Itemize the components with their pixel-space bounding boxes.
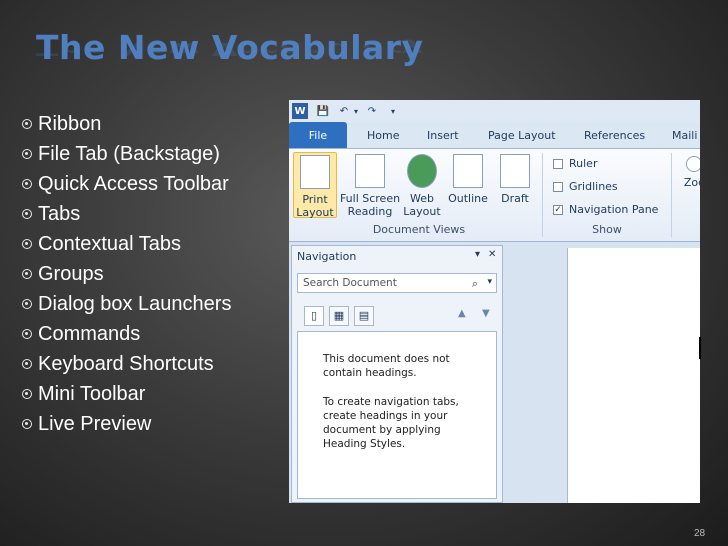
- full-screen-reading-icon: [355, 154, 385, 188]
- bullet-item: Tabs: [22, 201, 272, 227]
- gridlines-checkbox[interactable]: Gridlines: [553, 180, 618, 193]
- navigation-pane: Navigation ▾ ✕ Search Document ⌕ ▾ ▯ ▦ ▤…: [291, 245, 503, 503]
- bullet-icon: [22, 149, 32, 159]
- bullet-icon: [22, 329, 32, 339]
- search-placeholder: Search Document: [303, 277, 397, 289]
- ruler-checkbox[interactable]: Ruler: [553, 157, 597, 170]
- bullet-item: Ribbon: [22, 111, 272, 137]
- full-screen-reading-label-2: Reading: [347, 205, 393, 218]
- document-page[interactable]: [567, 248, 700, 503]
- navigation-pane-checkbox[interactable]: ✓ Navigation Pane: [553, 203, 658, 216]
- navigation-results: This document does not contain headings.…: [297, 331, 497, 499]
- tab-references[interactable]: References: [584, 122, 645, 148]
- gridlines-checkbox-box[interactable]: [553, 181, 563, 192]
- bullet-item: Contextual Tabs: [22, 231, 272, 257]
- customize-qat-icon[interactable]: ▾: [387, 103, 399, 119]
- draft-icon: [500, 154, 530, 188]
- navigation-pane-checkbox-box[interactable]: ✓: [553, 204, 563, 215]
- print-layout-label-2: Layout: [296, 206, 334, 219]
- close-icon[interactable]: ✕: [488, 249, 496, 260]
- outline-icon: [453, 154, 483, 188]
- bullet-item: Dialog box Launchers: [22, 291, 272, 317]
- gridlines-label: Gridlines: [569, 180, 618, 193]
- bullet-item: File Tab (Backstage): [22, 141, 272, 167]
- undo-dropdown-icon[interactable]: ▾: [351, 103, 361, 119]
- slide-number: 28: [694, 528, 706, 539]
- bullet-list: Ribbon File Tab (Backstage) Quick Access…: [22, 111, 272, 441]
- zoom-icon: [686, 156, 700, 172]
- group-separator: [542, 153, 543, 237]
- bullet-icon: [22, 419, 32, 429]
- full-screen-reading-label-1: Full Screen: [339, 192, 401, 205]
- no-headings-message: This document does not contain headings.: [323, 353, 450, 379]
- bullet-item: Quick Access Toolbar: [22, 171, 272, 197]
- tab-file[interactable]: File: [289, 122, 347, 148]
- word-icon[interactable]: W: [292, 103, 308, 119]
- slide-title-reflection: The New Vocabulary: [36, 38, 424, 60]
- bullet-icon: [22, 179, 32, 189]
- tab-mailings[interactable]: Maili: [672, 122, 697, 148]
- bullet-icon: [22, 239, 32, 249]
- down-arrow-icon[interactable]: ▼: [482, 308, 490, 319]
- tab-page-layout[interactable]: Page Layout: [488, 122, 556, 148]
- web-layout-button[interactable]: Web Layout: [402, 154, 442, 218]
- draft-label: Draft: [501, 192, 529, 205]
- results-view-icon[interactable]: ▤: [354, 306, 374, 326]
- navigation-pane-label: Navigation Pane: [569, 203, 659, 216]
- print-layout-icon: [300, 155, 330, 189]
- word-screenshot: W 💾 ↶ ▾ ↷ ▾ File Home Insert Page Layout…: [289, 100, 700, 503]
- zoom-label: Zoc: [683, 176, 700, 189]
- outline-button[interactable]: Outline: [445, 154, 491, 205]
- document-views-group-label: Document Views: [372, 223, 466, 236]
- ribbon: Print Layout Full Screen Reading Web Lay…: [289, 149, 700, 242]
- tab-home[interactable]: Home: [367, 122, 399, 148]
- bullet-item: Mini Toolbar: [22, 381, 272, 407]
- pages-view-icon[interactable]: ▦: [329, 306, 349, 326]
- bullet-icon: [22, 389, 32, 399]
- print-layout-button[interactable]: Print Layout: [293, 152, 337, 219]
- save-icon[interactable]: 💾: [315, 103, 331, 119]
- navigation-pane-title: Navigation: [297, 250, 357, 263]
- bullet-icon: [22, 269, 32, 279]
- up-arrow-icon[interactable]: ▲: [458, 308, 466, 319]
- full-screen-reading-button[interactable]: Full Screen Reading: [339, 154, 401, 218]
- search-icon[interactable]: ⌕: [472, 277, 478, 291]
- tab-insert[interactable]: Insert: [427, 122, 459, 148]
- web-layout-label-1: Web: [410, 192, 434, 205]
- web-layout-label-2: Layout: [403, 205, 441, 218]
- ruler-checkbox-box[interactable]: [553, 158, 563, 169]
- search-document-input[interactable]: Search Document ⌕ ▾: [297, 273, 497, 293]
- bullet-icon: [22, 209, 32, 219]
- draft-button[interactable]: Draft: [495, 154, 535, 205]
- bullet-icon: [22, 299, 32, 309]
- outline-label: Outline: [448, 192, 488, 205]
- bullet-item: Commands: [22, 321, 272, 347]
- bullet-item: Groups: [22, 261, 272, 287]
- bullet-icon: [22, 119, 32, 129]
- ribbon-tabs: File Home Insert Page Layout References …: [289, 122, 700, 149]
- bullet-item: Live Preview: [22, 411, 272, 437]
- pane-options-icon[interactable]: ▾: [475, 249, 480, 260]
- create-headings-message: To create navigation tabs, create headin…: [323, 396, 459, 450]
- zoom-button[interactable]: Zoc: [679, 154, 700, 189]
- web-layout-icon: [407, 154, 437, 188]
- undo-icon[interactable]: ↶: [337, 103, 351, 119]
- ruler-label: Ruler: [569, 157, 598, 170]
- text-cursor: [699, 337, 701, 359]
- redo-icon[interactable]: ↷: [365, 103, 379, 119]
- search-options-icon[interactable]: ▾: [487, 277, 492, 287]
- print-layout-label-1: Print: [302, 193, 328, 206]
- show-group-label: Show: [592, 223, 622, 236]
- bullet-item: Keyboard Shortcuts: [22, 351, 272, 377]
- headings-view-icon[interactable]: ▯: [304, 306, 324, 326]
- bullet-icon: [22, 359, 32, 369]
- group-separator: [671, 153, 672, 237]
- quick-access-toolbar: W 💾 ↶ ▾ ↷ ▾: [289, 100, 700, 122]
